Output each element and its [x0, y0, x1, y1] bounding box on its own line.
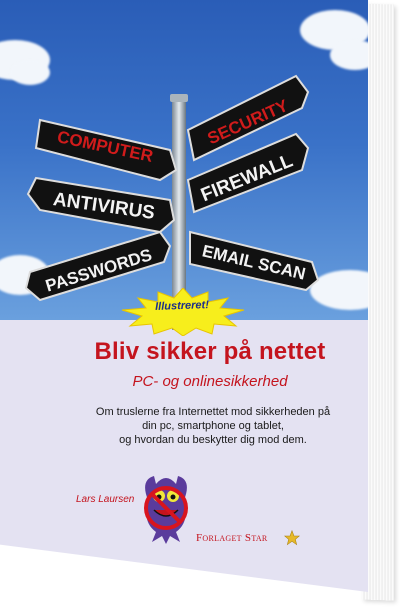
sign-computer: COMPUTER — [34, 118, 178, 182]
description-line: Om truslerne fra Internettet mod sikkerh… — [95, 406, 331, 418]
publisher-star-icon — [284, 530, 300, 546]
book-title: Bliv sikker på nettet — [94, 338, 326, 365]
book-cover-image: COMPUTER SECURITY ANTIVIRUS FIREWALL PAS… — [0, 0, 400, 608]
book-subtitle: PC- og onlinesikkerhed — [132, 373, 288, 390]
sign-email-scan: EMAIL SCAN — [189, 230, 320, 292]
book-description: Om truslerne fra Internettet mod sikkerh… — [68, 405, 358, 447]
sign-antivirus: ANTIVIRUS — [26, 176, 176, 234]
author-name: Lars Laursen — [76, 494, 135, 505]
description-line: og hvordan du beskytter dig mod dem. — [119, 434, 307, 446]
book-front-cover: COMPUTER SECURITY ANTIVIRUS FIREWALL PAS… — [0, 0, 368, 592]
publisher-name: Forlaget Star — [196, 532, 268, 544]
signpost-illustration: COMPUTER SECURITY ANTIVIRUS FIREWALL PAS… — [24, 74, 320, 330]
virus-monster-icon — [144, 476, 188, 544]
description-line: din pc, smartphone og tablet, — [142, 420, 284, 432]
